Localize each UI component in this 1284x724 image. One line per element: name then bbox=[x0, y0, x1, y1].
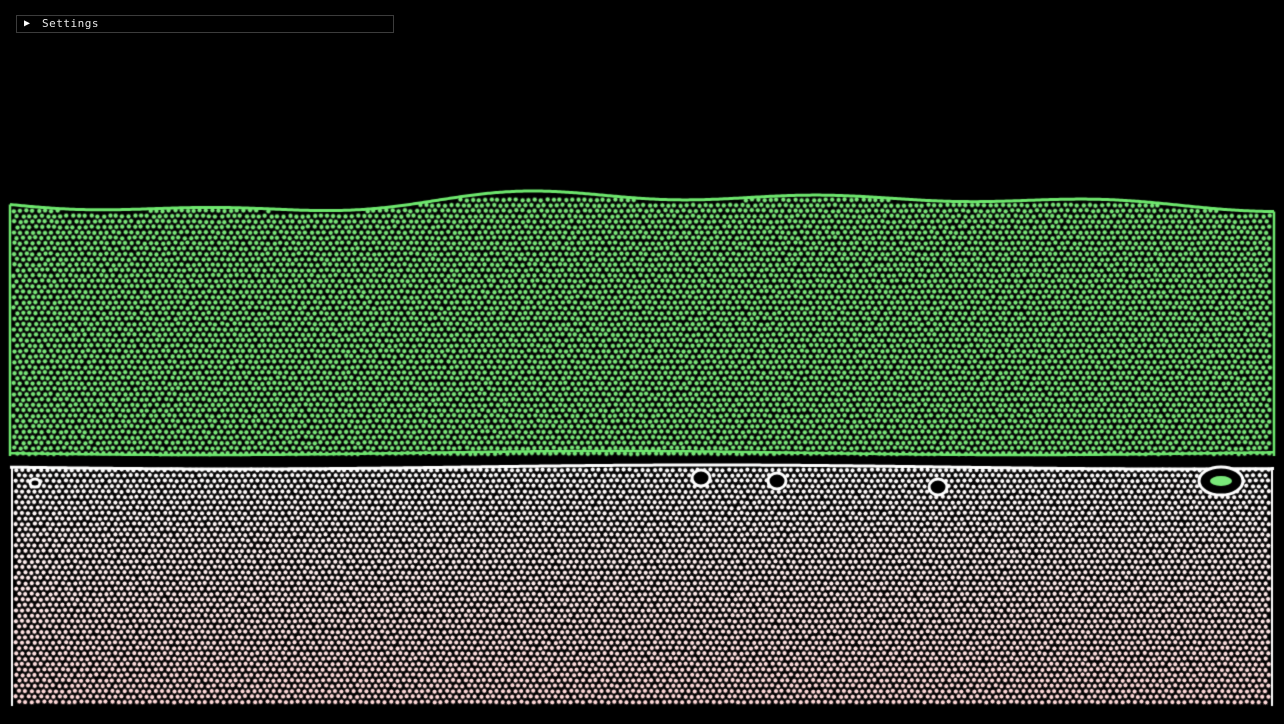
triangle-right-icon[interactable]: ▶ bbox=[24, 16, 30, 32]
settings-label: Settings bbox=[42, 17, 99, 30]
settings-panel-header[interactable]: ▶ Settings bbox=[16, 15, 394, 33]
fluid-simulation-canvas[interactable] bbox=[0, 0, 1284, 724]
